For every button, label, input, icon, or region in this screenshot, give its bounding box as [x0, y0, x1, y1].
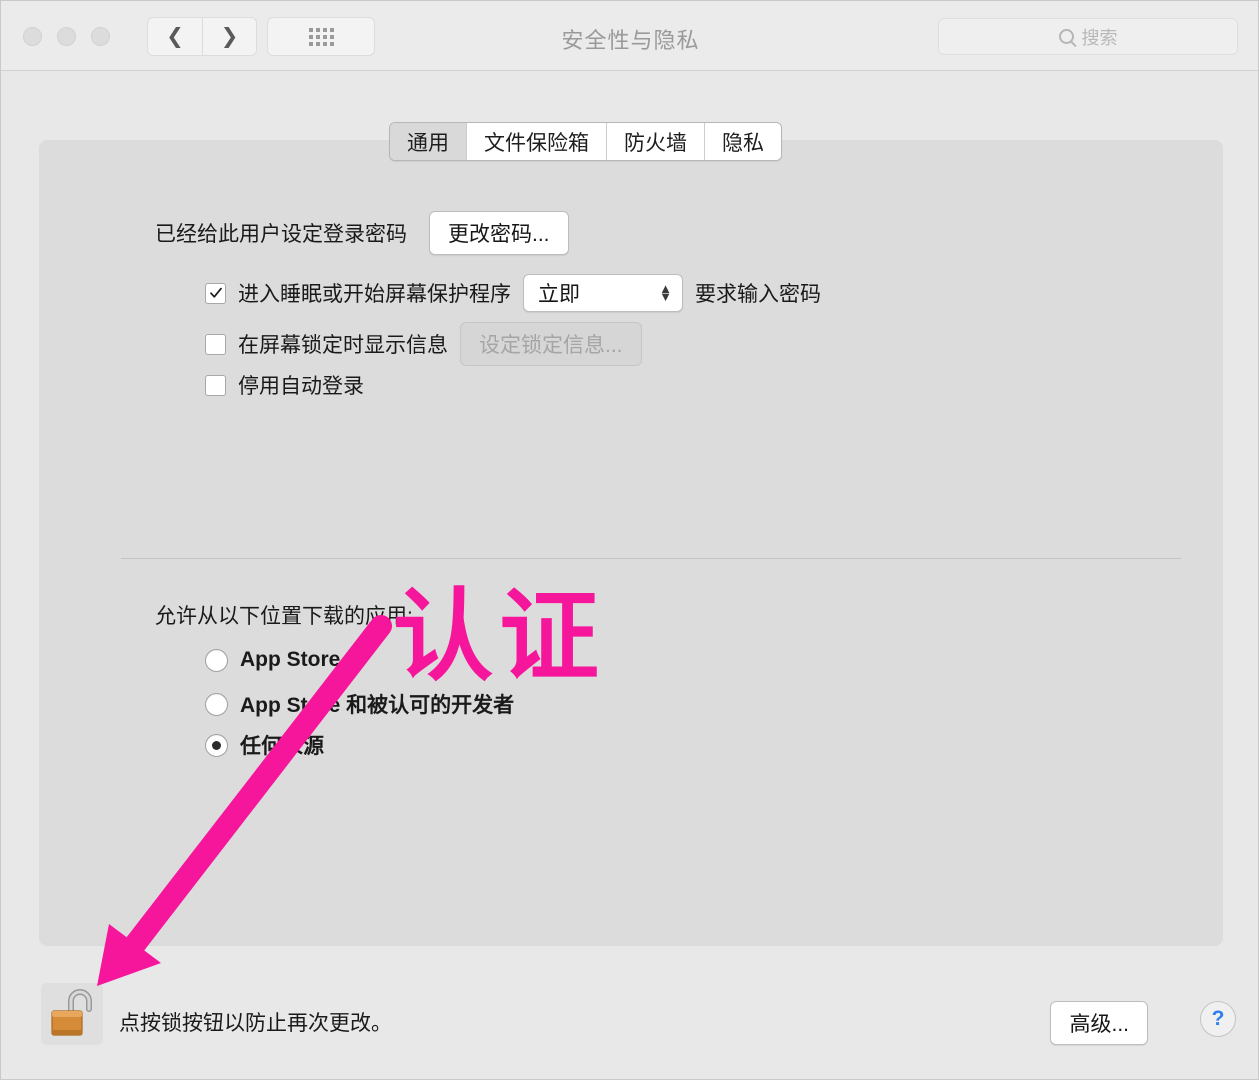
checkmark-icon	[210, 287, 222, 299]
advanced-button[interactable]: 高级...	[1050, 1001, 1148, 1045]
disable-auto-login-row: 停用自动登录	[205, 370, 364, 400]
require-password-row: 进入睡眠或开始屏幕保护程序 立即 ▲▼ 要求输入密码	[205, 274, 821, 312]
lock-button[interactable]	[41, 983, 103, 1045]
disable-auto-login-checkbox[interactable]	[205, 375, 226, 396]
help-button[interactable]: ?	[1200, 1001, 1236, 1037]
lock-message-row: 在屏幕锁定时显示信息 设定锁定信息...	[205, 322, 642, 366]
require-password-label-after: 要求输入密码	[695, 278, 821, 308]
radio-app-store[interactable]	[205, 649, 228, 672]
require-password-delay-value: 立即	[538, 278, 580, 308]
gatekeeper-option-label: App Store	[240, 648, 340, 672]
lock-message-label: 在屏幕锁定时显示信息	[238, 329, 448, 359]
require-password-delay-select[interactable]: 立即 ▲▼	[523, 274, 683, 312]
window-titlebar: ❮ ❯ 安全性与隐私 搜索	[1, 1, 1259, 71]
system-preferences-window: ❮ ❯ 安全性与隐私 搜索 通用 文件保险箱 防火墙 隐私 已经	[0, 0, 1259, 1080]
set-lock-message-button: 设定锁定信息...	[460, 322, 642, 366]
password-status-row: 已经给此用户设定登录密码 更改密码...	[155, 211, 569, 255]
radio-anywhere[interactable]	[205, 734, 228, 757]
search-field[interactable]: 搜索	[938, 18, 1238, 55]
tab-filevault[interactable]: 文件保险箱	[467, 123, 607, 160]
tab-firewall[interactable]: 防火墙	[607, 123, 705, 160]
lock-note-text: 点按锁按钮以防止再次更改。	[119, 1007, 392, 1037]
preference-tabs: 通用 文件保险箱 防火墙 隐私	[389, 122, 782, 161]
disable-auto-login-label: 停用自动登录	[238, 370, 364, 400]
radio-app-store-identified-developers[interactable]	[205, 693, 228, 716]
gatekeeper-option-label: 任何来源	[240, 730, 324, 760]
unlocked-padlock-icon	[41, 983, 103, 1045]
search-icon	[1059, 29, 1074, 44]
change-password-button[interactable]: 更改密码...	[429, 211, 569, 255]
password-status-label: 已经给此用户设定登录密码	[155, 218, 407, 248]
tab-privacy[interactable]: 隐私	[705, 123, 781, 160]
gatekeeper-option-app-store[interactable]: App Store	[205, 648, 340, 672]
tab-general[interactable]: 通用	[390, 123, 467, 160]
require-password-checkbox[interactable]	[205, 283, 226, 304]
general-pane: 已经给此用户设定登录密码 更改密码... 进入睡眠或开始屏幕保护程序 立即 ▲▼…	[39, 140, 1223, 946]
gatekeeper-heading-row: 允许从以下位置下载的应用:	[155, 600, 413, 630]
search-placeholder: 搜索	[1082, 24, 1118, 50]
gatekeeper-option-app-store-identified[interactable]: App Store 和被认可的开发者	[205, 689, 514, 719]
chevron-updown-icon: ▲▼	[659, 285, 672, 301]
require-password-label-before: 进入睡眠或开始屏幕保护程序	[238, 278, 511, 308]
section-divider	[121, 558, 1181, 559]
gatekeeper-heading: 允许从以下位置下载的应用:	[155, 600, 413, 630]
lock-message-checkbox[interactable]	[205, 334, 226, 355]
gatekeeper-option-anywhere[interactable]: 任何来源	[205, 730, 324, 760]
gatekeeper-option-label: App Store 和被认可的开发者	[240, 689, 514, 719]
